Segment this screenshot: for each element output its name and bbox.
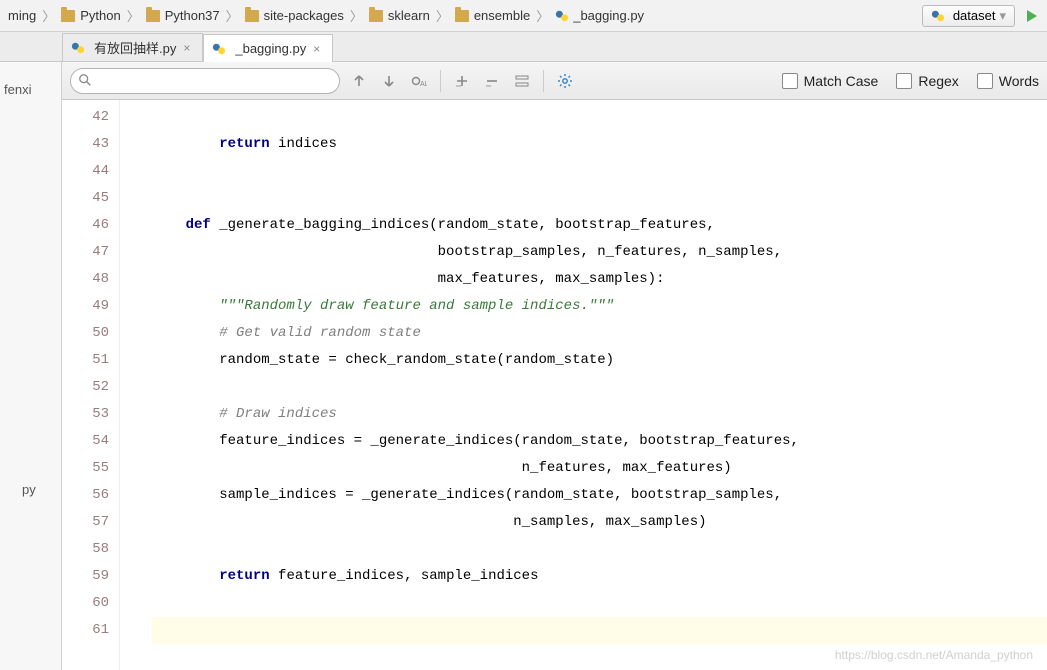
find-toolbar: ALL Match Case Regex Wor [62, 62, 1047, 100]
chevron-right-icon: 〉 [534, 6, 551, 25]
remove-selection-icon[interactable] [483, 72, 501, 90]
editor-tab-bar: 有放回抽样.py × _bagging.py × [0, 32, 1047, 62]
folder-icon [369, 10, 383, 22]
regex-checkbox[interactable]: Regex [896, 73, 958, 89]
checkbox-label: Words [999, 73, 1039, 89]
match-case-checkbox[interactable]: Match Case [782, 73, 879, 89]
breadcrumb-item[interactable]: ming [4, 8, 40, 23]
folder-icon [61, 10, 75, 22]
search-field-wrap [70, 68, 340, 94]
chevron-right-icon: 〉 [40, 6, 57, 25]
breadcrumb-label: sklearn [388, 8, 430, 23]
python-file-icon [931, 9, 945, 23]
run-config-label: dataset [953, 8, 996, 23]
svg-text:ALL: ALL [420, 81, 427, 88]
breadcrumb-label: Python [80, 8, 120, 23]
editor-tab[interactable]: 有放回抽样.py × [62, 33, 203, 61]
breadcrumb-item[interactable]: Python [57, 8, 124, 23]
divider [543, 70, 544, 92]
chevron-right-icon: 〉 [348, 6, 365, 25]
find-input[interactable] [70, 68, 340, 94]
breadcrumb-label: ming [8, 8, 36, 23]
chevron-right-icon: 〉 [434, 6, 451, 25]
checkbox-label: Regex [918, 73, 958, 89]
chevron-down-icon: ▾ [999, 8, 1006, 24]
chevron-right-icon: 〉 [125, 6, 142, 25]
run-config-area: dataset ▾ [916, 5, 1043, 27]
breadcrumb-label: ensemble [474, 8, 530, 23]
checkbox-label: Match Case [804, 73, 879, 89]
breadcrumb-item[interactable]: _bagging.py [551, 8, 648, 23]
chevron-right-icon: 〉 [224, 6, 241, 25]
folder-icon [455, 10, 469, 22]
fold-strip[interactable] [120, 100, 134, 670]
checkbox-icon [977, 73, 993, 89]
find-actions: ALL [350, 70, 574, 92]
sidebar-label: py [22, 482, 36, 497]
divider [440, 70, 441, 92]
settings-icon[interactable] [556, 72, 574, 90]
code-area[interactable]: return indices def _generate_bagging_ind… [134, 100, 1047, 670]
breadcrumb-bar: ming 〉 Python 〉 Python37 〉 site-packages… [0, 0, 1047, 32]
watermark-text: https://blog.csdn.net/Amanda_python [835, 648, 1033, 662]
project-sidebar[interactable]: fenxi py [0, 62, 62, 670]
editor-tab[interactable]: _bagging.py × [203, 34, 333, 62]
breadcrumb-label: Python37 [165, 8, 220, 23]
checkbox-icon [782, 73, 798, 89]
close-tab-icon[interactable]: × [181, 41, 192, 55]
run-config-selector[interactable]: dataset ▾ [922, 5, 1015, 27]
breadcrumb-label: _bagging.py [573, 8, 644, 23]
breadcrumb-item[interactable]: sklearn [365, 8, 434, 23]
breadcrumb-label: site-packages [264, 8, 344, 23]
python-file-icon [555, 9, 569, 23]
close-tab-icon[interactable]: × [311, 42, 322, 56]
run-button[interactable] [1027, 10, 1037, 22]
python-file-icon [212, 42, 226, 56]
search-icon [78, 73, 92, 87]
breadcrumb-item[interactable]: ensemble [451, 8, 534, 23]
next-occurrence-button[interactable] [380, 72, 398, 90]
folder-icon [245, 10, 259, 22]
select-all-occurrences-icon[interactable]: ALL [410, 72, 428, 90]
folder-icon [146, 10, 160, 22]
tab-label: 有放回抽样.py [94, 38, 176, 57]
code-editor[interactable]: 4243444546474849505152535455565758596061… [62, 100, 1047, 670]
sidebar-label: fenxi [4, 82, 31, 97]
tab-label: _bagging.py [235, 41, 306, 56]
checkbox-icon [896, 73, 912, 89]
breadcrumb-item[interactable]: site-packages [241, 8, 348, 23]
breadcrumb-item[interactable]: Python37 [142, 8, 224, 23]
python-file-icon [71, 41, 85, 55]
select-all-icon[interactable] [513, 72, 531, 90]
line-number-gutter: 4243444546474849505152535455565758596061 [62, 100, 120, 670]
add-selection-icon[interactable] [453, 72, 471, 90]
prev-occurrence-button[interactable] [350, 72, 368, 90]
words-checkbox[interactable]: Words [977, 73, 1039, 89]
